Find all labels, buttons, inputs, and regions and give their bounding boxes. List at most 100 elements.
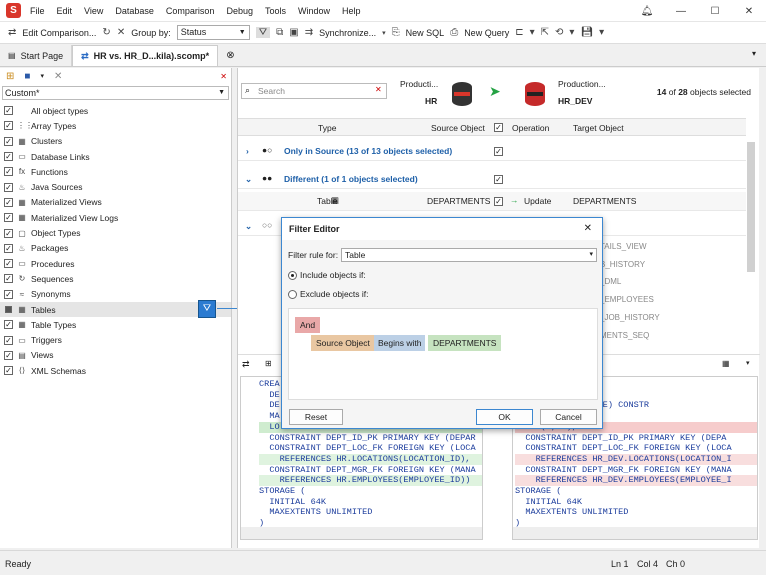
menu-file[interactable]: File	[30, 6, 45, 16]
object-type-checkbox[interactable]: ✓	[4, 152, 13, 162]
filter-rule-select[interactable]: Table ▾	[341, 248, 597, 262]
menu-edit[interactable]: Edit	[57, 6, 73, 16]
object-type-item[interactable]: ✓ ▦ Materialized View Logs	[0, 210, 231, 225]
maximize-button[interactable]: ☐	[698, 6, 732, 17]
chevron-down-icon[interactable]: ▾	[746, 359, 750, 367]
close-icon[interactable]: ✕	[584, 218, 592, 240]
filter-preset-select[interactable]: Custom* ▼	[2, 86, 229, 100]
close-window-button[interactable]: ✕	[732, 6, 766, 17]
object-type-item[interactable]: ▦ Tables	[0, 301, 231, 318]
condition-operator[interactable]: Begins with	[374, 335, 426, 351]
object-type-checkbox[interactable]: ✓	[4, 350, 13, 360]
object-type-item[interactable]: ✓ ▦ Table Types	[0, 317, 231, 332]
object-type-item[interactable]: ✓ ▭ Triggers	[0, 332, 231, 347]
object-type-checkbox[interactable]: ✓	[4, 335, 13, 345]
col-operation[interactable]: Operation	[512, 123, 549, 133]
exclude-option[interactable]: Exclude objects if:	[288, 289, 369, 299]
undo-icon[interactable]: ⟲	[555, 27, 563, 38]
ok-button[interactable]: OK	[476, 409, 533, 425]
menu-view[interactable]: View	[84, 6, 103, 16]
filter-funnel-button[interactable]: ⛛	[198, 300, 216, 318]
cancel-icon[interactable]: ✕	[117, 27, 125, 38]
object-type-checkbox[interactable]: ✓	[4, 366, 13, 376]
collapse-icon[interactable]: ⌄	[245, 221, 252, 232]
filter-icon[interactable]: ⛛	[255, 27, 271, 38]
object-type-item[interactable]: ✓ ⋮⋮ Array Types	[0, 118, 231, 133]
object-type-item[interactable]: ✓ ▤ Views	[0, 348, 231, 363]
tab-comparison[interactable]: ⇄ HR vs. HR_D...kila).scomp*	[72, 45, 219, 66]
object-type-item[interactable]: ✓ ⟨⟩ XML Schemas	[0, 363, 231, 378]
table-row[interactable]: Table ▦ DEPARTMENTS ✓ → Update DEPARTMEN…	[238, 192, 746, 211]
more-icon[interactable]: ▾	[599, 27, 604, 38]
object-type-checkbox[interactable]: ✓	[4, 197, 13, 207]
group-checkbox[interactable]: ✓	[494, 175, 503, 184]
cancel-button[interactable]: Cancel	[540, 409, 597, 425]
layout-icon[interactable]: ⊏	[515, 27, 523, 38]
synchronize-button[interactable]: Synchronize...	[319, 28, 376, 38]
new-sql-button[interactable]: New SQL	[406, 28, 445, 38]
open-filter-icon[interactable]: ⊞	[6, 71, 14, 82]
grid-scrollbar[interactable]	[747, 142, 755, 272]
save-icon[interactable]: 💾︎	[580, 27, 593, 38]
chevron-down-icon[interactable]: ▾	[40, 72, 44, 80]
group-row-different[interactable]: ⌄ ●● Different (1 of 1 objects selected)…	[238, 170, 746, 189]
clear-search-icon[interactable]: ✕	[375, 85, 382, 94]
col-target-object[interactable]: Target Object	[573, 123, 624, 133]
object-type-checkbox[interactable]: ✓	[4, 320, 13, 330]
object-type-checkbox[interactable]: ✓	[4, 121, 13, 131]
bell-icon[interactable]: 🔔︎	[630, 6, 664, 17]
sync-scroll-icon[interactable]: ⇄	[242, 359, 250, 370]
object-type-checkbox[interactable]: ✓	[4, 106, 13, 116]
move-icon[interactable]: ⇱	[541, 27, 549, 38]
object-type-item[interactable]: ✓ All object types	[0, 103, 231, 118]
collapse-icon[interactable]: ⌄	[245, 174, 252, 185]
include-option[interactable]: Include objects if:	[288, 270, 366, 280]
expand-icon[interactable]: ›	[246, 146, 249, 156]
more-icon[interactable]: ▾	[569, 27, 574, 38]
save-filter-icon[interactable]: ■	[24, 71, 30, 82]
menu-tools[interactable]: Tools	[265, 6, 286, 16]
row-checkbox[interactable]: ✓	[494, 197, 503, 206]
chevron-down-icon[interactable]: ▾	[382, 29, 386, 37]
refresh-icon[interactable]: ↻	[102, 27, 110, 38]
object-type-checkbox[interactable]: ✓	[4, 228, 13, 238]
object-type-item[interactable]: ✓ ▦ Clusters	[0, 134, 231, 149]
tab-start-page[interactable]: ▤ Start Page	[0, 45, 73, 66]
menu-comparison[interactable]: Comparison	[166, 6, 215, 16]
group-row-only-in-source[interactable]: › ●○ Only in Source (13 of 13 objects se…	[238, 142, 746, 161]
group-by-select[interactable]: Status ▼	[176, 25, 250, 40]
col-source-object[interactable]: Source Object	[431, 123, 485, 133]
new-query-button[interactable]: New Query	[464, 28, 509, 38]
schema-icon[interactable]: ⧉	[276, 27, 283, 38]
and-operator[interactable]: And	[295, 317, 321, 333]
object-type-checkbox[interactable]: ✓	[4, 243, 13, 253]
condition-value[interactable]: DEPARTMENTS	[428, 335, 502, 351]
wrap-icon[interactable]: ⊞	[265, 359, 272, 368]
horizontal-scrollbar[interactable]	[241, 527, 482, 539]
object-type-checkbox[interactable]: ✓	[4, 167, 13, 177]
close-panel-icon[interactable]: ✕	[220, 72, 227, 81]
minimize-button[interactable]: —	[664, 6, 698, 17]
object-type-checkbox[interactable]: ✓	[4, 259, 13, 269]
object-type-item[interactable]: ✓ ↻ Sequences	[0, 271, 231, 286]
condition-field[interactable]: Source Object	[311, 335, 375, 351]
reset-button[interactable]: Reset	[289, 409, 343, 425]
layout-icon[interactable]: ▦	[722, 359, 730, 368]
edit-comparison-button[interactable]: Edit Comparison...	[22, 28, 96, 38]
menu-debug[interactable]: Debug	[226, 6, 253, 16]
group-checkbox[interactable]: ✓	[494, 147, 503, 156]
object-type-item[interactable]: ✓ ♨ Packages	[0, 241, 231, 256]
report-icon[interactable]: ▣	[289, 27, 298, 38]
horizontal-scrollbar[interactable]	[513, 527, 757, 539]
select-all-checkbox[interactable]: ✓	[494, 123, 503, 132]
object-type-checkbox[interactable]: ✓	[4, 136, 13, 146]
object-type-checkbox[interactable]	[5, 306, 12, 313]
object-type-item[interactable]: ✓ ▦ Materialized Views	[0, 195, 231, 210]
close-tab-icon[interactable]: ⊗	[218, 50, 242, 66]
include-radio[interactable]	[288, 270, 297, 280]
object-type-item[interactable]: ✓ fx Functions	[0, 164, 231, 179]
menu-database[interactable]: Database	[115, 6, 154, 16]
delete-filter-icon[interactable]: ✕	[54, 71, 62, 82]
object-type-checkbox[interactable]: ✓	[4, 182, 13, 192]
exclude-radio[interactable]	[288, 289, 297, 299]
